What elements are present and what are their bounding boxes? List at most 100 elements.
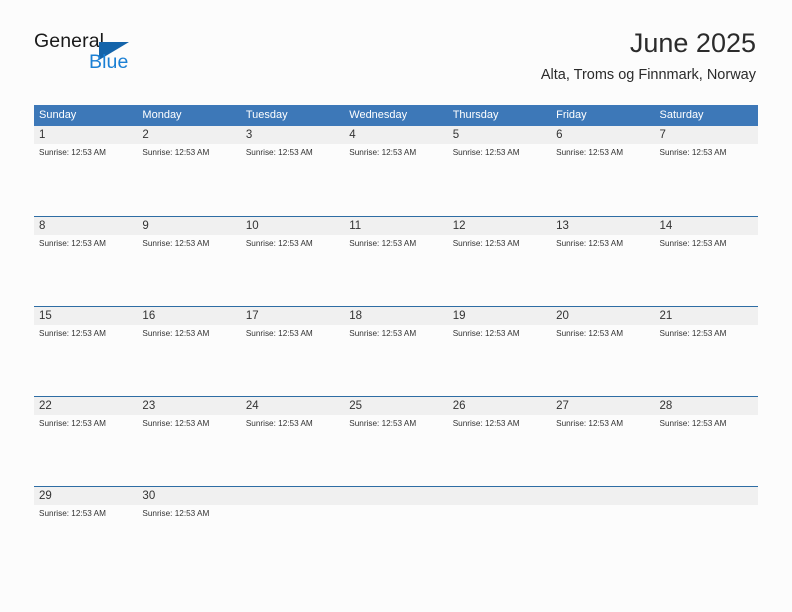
day-cell[interactable]: 15 Sunrise: 12:53 AM (34, 307, 137, 396)
day-number: 22 (39, 400, 52, 412)
day-cell[interactable]: 24 Sunrise: 12:53 AM (241, 397, 344, 486)
day-number: 1 (39, 129, 46, 141)
day-number: 11 (349, 220, 362, 232)
day-cell[interactable]: 20 Sunrise: 12:53 AM (551, 307, 654, 396)
day-number: 12 (452, 220, 466, 232)
day-number: 3 (245, 129, 253, 141)
day-number: 27 (556, 400, 569, 412)
weekday-header-tuesday: Tuesday (245, 109, 288, 121)
day-cell[interactable]: 28 Sunrise: 12:53 AM (655, 397, 758, 486)
day-cell-empty (241, 487, 344, 576)
day-cell[interactable]: 7 Sunrise: 12:53 AM (655, 126, 758, 216)
page-header: General Blue June 2025 Alta, Troms og Fi… (0, 0, 792, 95)
day-event: Sunrise: 12:53 AM (245, 329, 313, 338)
weekday-header-friday: Friday (556, 109, 587, 121)
day-number: 25 (349, 400, 363, 412)
day-cell[interactable]: 23 Sunrise: 12:53 AM (137, 397, 240, 486)
day-event: Sunrise: 12:53 AM (556, 148, 624, 157)
day-number: 10 (245, 220, 259, 232)
day-event: Sunrise: 12:53 AM (452, 148, 520, 157)
day-event: Sunrise: 12:53 AM (349, 419, 417, 428)
day-cell-empty (655, 487, 758, 576)
day-cell[interactable]: 27 Sunrise: 12:53 AM (551, 397, 654, 486)
weekday-header-sunday: Sunday (39, 109, 77, 121)
day-event: Sunrise: 12:53 AM (349, 329, 417, 338)
day-cell[interactable]: 21 Sunrise: 12:53 AM (655, 307, 758, 396)
day-cell[interactable]: 17 Sunrise: 12:53 AM (241, 307, 344, 396)
day-cell-empty (448, 487, 551, 576)
day-cell[interactable]: 11 Sunrise: 12:53 AM (344, 217, 447, 306)
day-number: 23 (142, 400, 156, 412)
day-event: Sunrise: 12:53 AM (659, 329, 727, 338)
day-cell[interactable]: 14 Sunrise: 12:53 AM (655, 217, 758, 306)
brand-logo[interactable]: General Blue (34, 30, 164, 82)
day-cell[interactable]: 26 Sunrise: 12:53 AM (448, 397, 551, 486)
day-event: Sunrise: 12:53 AM (556, 419, 624, 428)
day-event: Sunrise: 12:53 AM (659, 239, 727, 248)
day-event: Sunrise: 12:53 AM (452, 239, 520, 248)
day-event: Sunrise: 12:53 AM (142, 239, 210, 248)
day-event: Sunrise: 12:53 AM (349, 239, 417, 248)
weekday-header-wednesday: Wednesday (349, 109, 408, 121)
day-event: Sunrise: 12:53 AM (245, 419, 313, 428)
day-event: Sunrise: 12:53 AM (142, 419, 210, 428)
day-event: Sunrise: 12:53 AM (556, 239, 624, 248)
day-event: Sunrise: 12:53 AM (245, 239, 313, 248)
day-number: 5 (452, 129, 460, 141)
day-event: Sunrise: 12:53 AM (452, 419, 520, 428)
day-cell[interactable]: 10 Sunrise: 12:53 AM (241, 217, 344, 306)
day-cell[interactable]: 25 Sunrise: 12:53 AM (344, 397, 447, 486)
day-number: 18 (349, 310, 363, 322)
day-number: 8 (39, 220, 46, 232)
day-event: Sunrise: 12:53 AM (39, 239, 106, 248)
day-cell-empty (551, 487, 654, 576)
day-cell[interactable]: 16 Sunrise: 12:53 AM (137, 307, 240, 396)
weekday-header-thursday: Thursday (452, 109, 499, 121)
day-event: Sunrise: 12:53 AM (556, 329, 624, 338)
week-row: 22 Sunrise: 12:53 AM 23 Sunrise: 12:53 A… (34, 396, 758, 486)
day-number: 28 (659, 400, 673, 412)
day-cell[interactable]: 30 Sunrise: 12:53 AM (137, 487, 240, 576)
page-subtitle: Alta, Troms og Finnmark, Norway (540, 67, 756, 84)
day-number: 24 (245, 400, 259, 412)
day-cell[interactable]: 5 Sunrise: 12:53 AM (448, 126, 551, 216)
day-cell[interactable]: 12 Sunrise: 12:53 AM (448, 217, 551, 306)
page-title: June 2025 (629, 28, 756, 58)
day-event: Sunrise: 12:53 AM (349, 148, 417, 157)
brand-name-general: General (34, 30, 105, 52)
day-number: 13 (556, 220, 569, 232)
day-cell[interactable]: 18 Sunrise: 12:53 AM (344, 307, 447, 396)
day-number: 30 (142, 490, 156, 502)
day-cell[interactable]: 13 Sunrise: 12:53 AM (551, 217, 654, 306)
calendar-grid: Sunday Monday Tuesday Wednesday Thursday… (34, 105, 758, 576)
weekday-header-monday: Monday (142, 109, 182, 121)
day-event: Sunrise: 12:53 AM (659, 148, 727, 157)
day-event: Sunrise: 12:53 AM (659, 419, 727, 428)
day-cell[interactable]: 2 Sunrise: 12:53 AM (137, 126, 240, 216)
day-event: Sunrise: 12:53 AM (39, 509, 106, 518)
day-number: 26 (452, 400, 466, 412)
weekday-header-row: Sunday Monday Tuesday Wednesday Thursday… (34, 105, 758, 126)
day-number: 6 (556, 129, 563, 141)
day-event: Sunrise: 12:53 AM (39, 148, 106, 157)
day-cell[interactable]: 4 Sunrise: 12:53 AM (344, 126, 447, 216)
week-row: 1 Sunrise: 12:53 AM 2 Sunrise: 12:53 AM … (34, 126, 758, 216)
day-cell[interactable]: 6 Sunrise: 12:53 AM (551, 126, 654, 216)
day-number: 15 (39, 310, 52, 322)
weekday-header-saturday: Saturday (659, 109, 704, 121)
day-event: Sunrise: 12:53 AM (142, 509, 210, 518)
day-number: 9 (142, 220, 149, 232)
day-event: Sunrise: 12:53 AM (452, 329, 520, 338)
week-row: 15 Sunrise: 12:53 AM 16 Sunrise: 12:53 A… (34, 306, 758, 396)
day-cell[interactable]: 19 Sunrise: 12:53 AM (448, 307, 551, 396)
day-event: Sunrise: 12:53 AM (245, 148, 313, 157)
day-number: 4 (349, 129, 356, 141)
day-cell[interactable]: 22 Sunrise: 12:53 AM (34, 397, 137, 486)
day-cell[interactable]: 3 Sunrise: 12:53 AM (241, 126, 344, 216)
day-cell[interactable]: 9 Sunrise: 12:53 AM (137, 217, 240, 306)
day-event: Sunrise: 12:53 AM (142, 329, 210, 338)
day-number: 20 (556, 310, 569, 322)
day-cell[interactable]: 29 Sunrise: 12:53 AM (34, 487, 137, 576)
day-cell[interactable]: 1 Sunrise: 12:53 AM (34, 126, 137, 216)
day-cell[interactable]: 8 Sunrise: 12:53 AM (34, 217, 137, 306)
